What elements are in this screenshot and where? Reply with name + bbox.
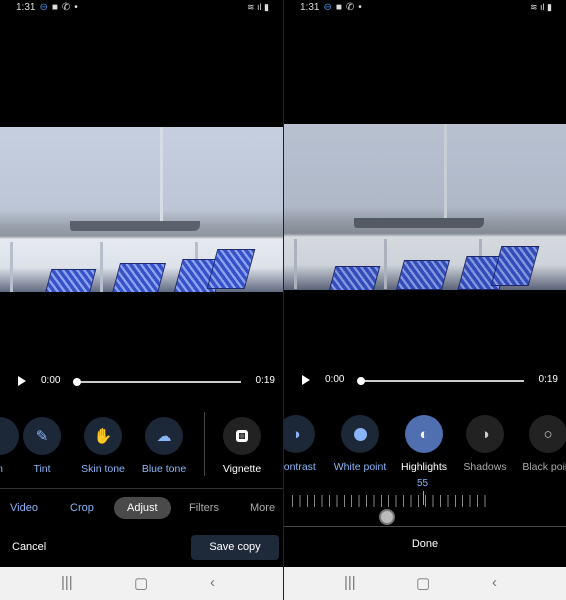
highlights-icon: ◐	[405, 415, 443, 453]
cancel-button[interactable]: Cancel	[12, 541, 46, 553]
status-bar: 1:31 ⊖ ■ ✆ • ≋ ıl ▮	[0, 0, 283, 16]
eyedropper-icon: ✎	[23, 417, 61, 455]
highlights-slider[interactable]	[292, 495, 492, 507]
back-icon[interactable]: ‹	[492, 574, 497, 591]
vignette-icon	[223, 417, 261, 455]
video-timeline: 0:00 0:19	[0, 372, 283, 392]
recents-icon[interactable]: |||	[344, 574, 356, 591]
status-time: 1:31	[16, 2, 36, 13]
seek-bar[interactable]	[73, 378, 241, 386]
white-point-icon	[341, 415, 379, 453]
slider-center-tick	[423, 491, 424, 505]
tool-contrast[interactable]: ◑ Contrast	[283, 415, 328, 473]
slider-thumb[interactable]	[379, 509, 395, 525]
separator	[0, 488, 283, 489]
duration: 0:19	[255, 375, 275, 386]
tool-label: Shadows	[463, 461, 507, 473]
tool-label: White point	[333, 461, 387, 473]
separator	[284, 526, 566, 527]
seek-handle[interactable]	[357, 377, 365, 385]
video-preview[interactable]	[284, 124, 566, 290]
tool-black-point[interactable]: ○ Black point	[516, 415, 566, 473]
video-preview[interactable]	[0, 127, 283, 292]
tool-shadows[interactable]: ◑ Shadows	[453, 415, 517, 473]
home-icon[interactable]: ▢	[134, 574, 148, 592]
current-time: 0:00	[41, 375, 61, 386]
back-icon[interactable]: ‹	[210, 574, 215, 591]
tool-skin-tone[interactable]: ✋ Skin tone	[71, 417, 135, 475]
shadows-icon: ◑	[466, 415, 504, 453]
tool-label: Skin tone	[81, 463, 125, 475]
seek-handle[interactable]	[73, 378, 81, 386]
seek-bar[interactable]	[357, 377, 524, 385]
call-icon: ✆	[345, 2, 355, 13]
duration: 0:19	[538, 374, 558, 385]
wifi-signal-battery-icon: ≋ ıl ▮	[247, 2, 269, 12]
tool-label: Highlights	[400, 461, 448, 473]
tab-filters[interactable]: Filters	[189, 502, 219, 514]
save-copy-button[interactable]: Save copy	[191, 535, 279, 560]
contrast-icon: ◑	[284, 415, 315, 453]
tool-label: Blue tone	[141, 463, 187, 475]
nav-bar: ||| ▢ ‹	[284, 567, 566, 600]
status-bar: 1:31 ⊖ ■ ✆ • ≋ ıl ▮	[284, 0, 566, 16]
status-time: 1:31	[300, 2, 320, 13]
tab-bar: Video Crop Adjust Filters More	[0, 497, 283, 521]
right-screen: 1:31⊖■✆• ≋ ıl ▮ 0:00 0:19 ◑ Contrast White…	[283, 0, 566, 600]
recents-icon[interactable]: |||	[61, 574, 73, 591]
dot-icon: •	[358, 2, 362, 13]
tab-more[interactable]: More	[250, 502, 275, 514]
current-time: 0:00	[325, 374, 345, 385]
video-timeline: 0:00 0:19	[284, 371, 566, 391]
tab-video[interactable]: Video	[10, 502, 38, 514]
nav-bar: ||| ▢ ‹	[0, 567, 283, 600]
tab-adjust[interactable]: Adjust	[114, 497, 171, 519]
home-icon[interactable]: ▢	[416, 574, 430, 592]
tool-blue-tone[interactable]: ☁ Blue tone	[132, 417, 196, 475]
tool-highlights[interactable]: ◐ Highlights	[392, 415, 456, 473]
divider	[204, 412, 205, 476]
tab-crop[interactable]: Crop	[70, 502, 94, 514]
tool-label: Black point	[522, 461, 566, 473]
dnd-icon: ⊖	[39, 2, 48, 13]
dot-icon: •	[74, 2, 78, 13]
slider-value: 55	[417, 478, 429, 489]
tool-tint[interactable]: ✎ Tint	[10, 417, 74, 475]
tool-white-point[interactable]: White point	[328, 415, 392, 473]
bag-icon: ■	[335, 2, 342, 13]
tool-vignette[interactable]: Vignette	[210, 417, 274, 475]
hand-icon: ✋	[84, 417, 122, 455]
tool-label: Tint	[33, 463, 51, 475]
dnd-icon: ⊖	[323, 2, 332, 13]
tool-label: Vignette	[222, 463, 262, 475]
call-icon: ✆	[61, 2, 71, 13]
wifi-signal-battery-icon: ≋ ıl ▮	[530, 2, 552, 12]
play-icon[interactable]	[18, 376, 26, 386]
bag-icon: ■	[51, 2, 58, 13]
left-screen: 1:31⊖■✆•≋ ıl ▮ 0:00 0:19 n ✎Tint ✋Skin t…	[0, 0, 283, 600]
tool-label: Contrast	[283, 461, 316, 473]
cloud-icon: ☁	[145, 417, 183, 455]
done-button[interactable]: Done	[284, 538, 566, 550]
black-point-icon: ○	[529, 415, 566, 453]
play-icon[interactable]	[302, 375, 310, 385]
